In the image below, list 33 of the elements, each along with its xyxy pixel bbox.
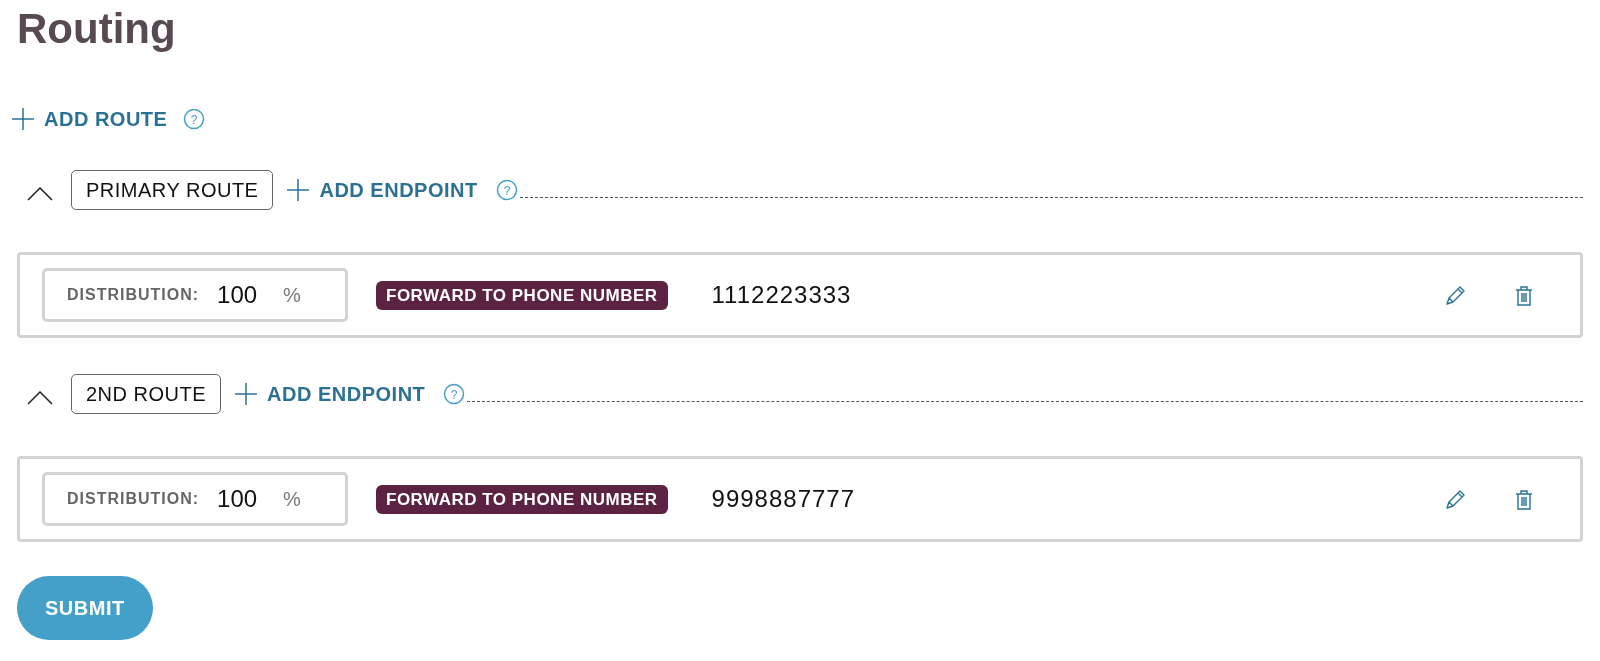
phone-number: 1112223333 (711, 280, 853, 311)
trash-icon (1514, 285, 1534, 308)
pencil-icon (1444, 285, 1466, 308)
percent-unit: % (283, 283, 301, 309)
add-endpoint-link[interactable]: ADD ENDPOINT (235, 379, 426, 410)
page-title: Routing (17, 4, 177, 54)
distribution-value: 100 (217, 280, 259, 311)
chevron-up-icon[interactable] (27, 391, 53, 406)
help-icon[interactable]: ? (443, 383, 466, 406)
distribution-label: DISTRIBUTION: (67, 285, 200, 306)
pencil-icon (1444, 489, 1466, 512)
delete-button[interactable] (1514, 487, 1534, 512)
submit-button[interactable]: SUBMIT (17, 576, 153, 641)
distribution-field[interactable]: DISTRIBUTION: 100 % (42, 268, 348, 323)
distribution-field[interactable]: DISTRIBUTION: 100 % (42, 472, 348, 527)
plus-icon (235, 383, 258, 406)
trash-icon (1514, 489, 1534, 512)
add-route-link[interactable]: ADD ROUTE (12, 104, 168, 135)
route-name-tag: 2ND ROUTE (71, 374, 222, 415)
phone-number: 9998887777 (711, 484, 857, 515)
plus-icon (287, 179, 310, 202)
delete-button[interactable] (1514, 283, 1534, 308)
plus-icon (12, 108, 34, 131)
help-icon[interactable]: ? (183, 108, 206, 131)
chevron-up-icon[interactable] (27, 187, 53, 202)
route-name-tag: PRIMARY ROUTE (71, 170, 274, 211)
distribution-label: DISTRIBUTION: (67, 489, 200, 510)
percent-unit: % (283, 487, 301, 513)
endpoint-type-tag: FORWARD TO PHONE NUMBER (376, 280, 668, 311)
help-icon[interactable]: ? (495, 179, 518, 202)
add-endpoint-link[interactable]: ADD ENDPOINT (287, 175, 478, 206)
distribution-value: 100 (217, 484, 259, 515)
endpoint-type-tag: FORWARD TO PHONE NUMBER (376, 484, 668, 515)
